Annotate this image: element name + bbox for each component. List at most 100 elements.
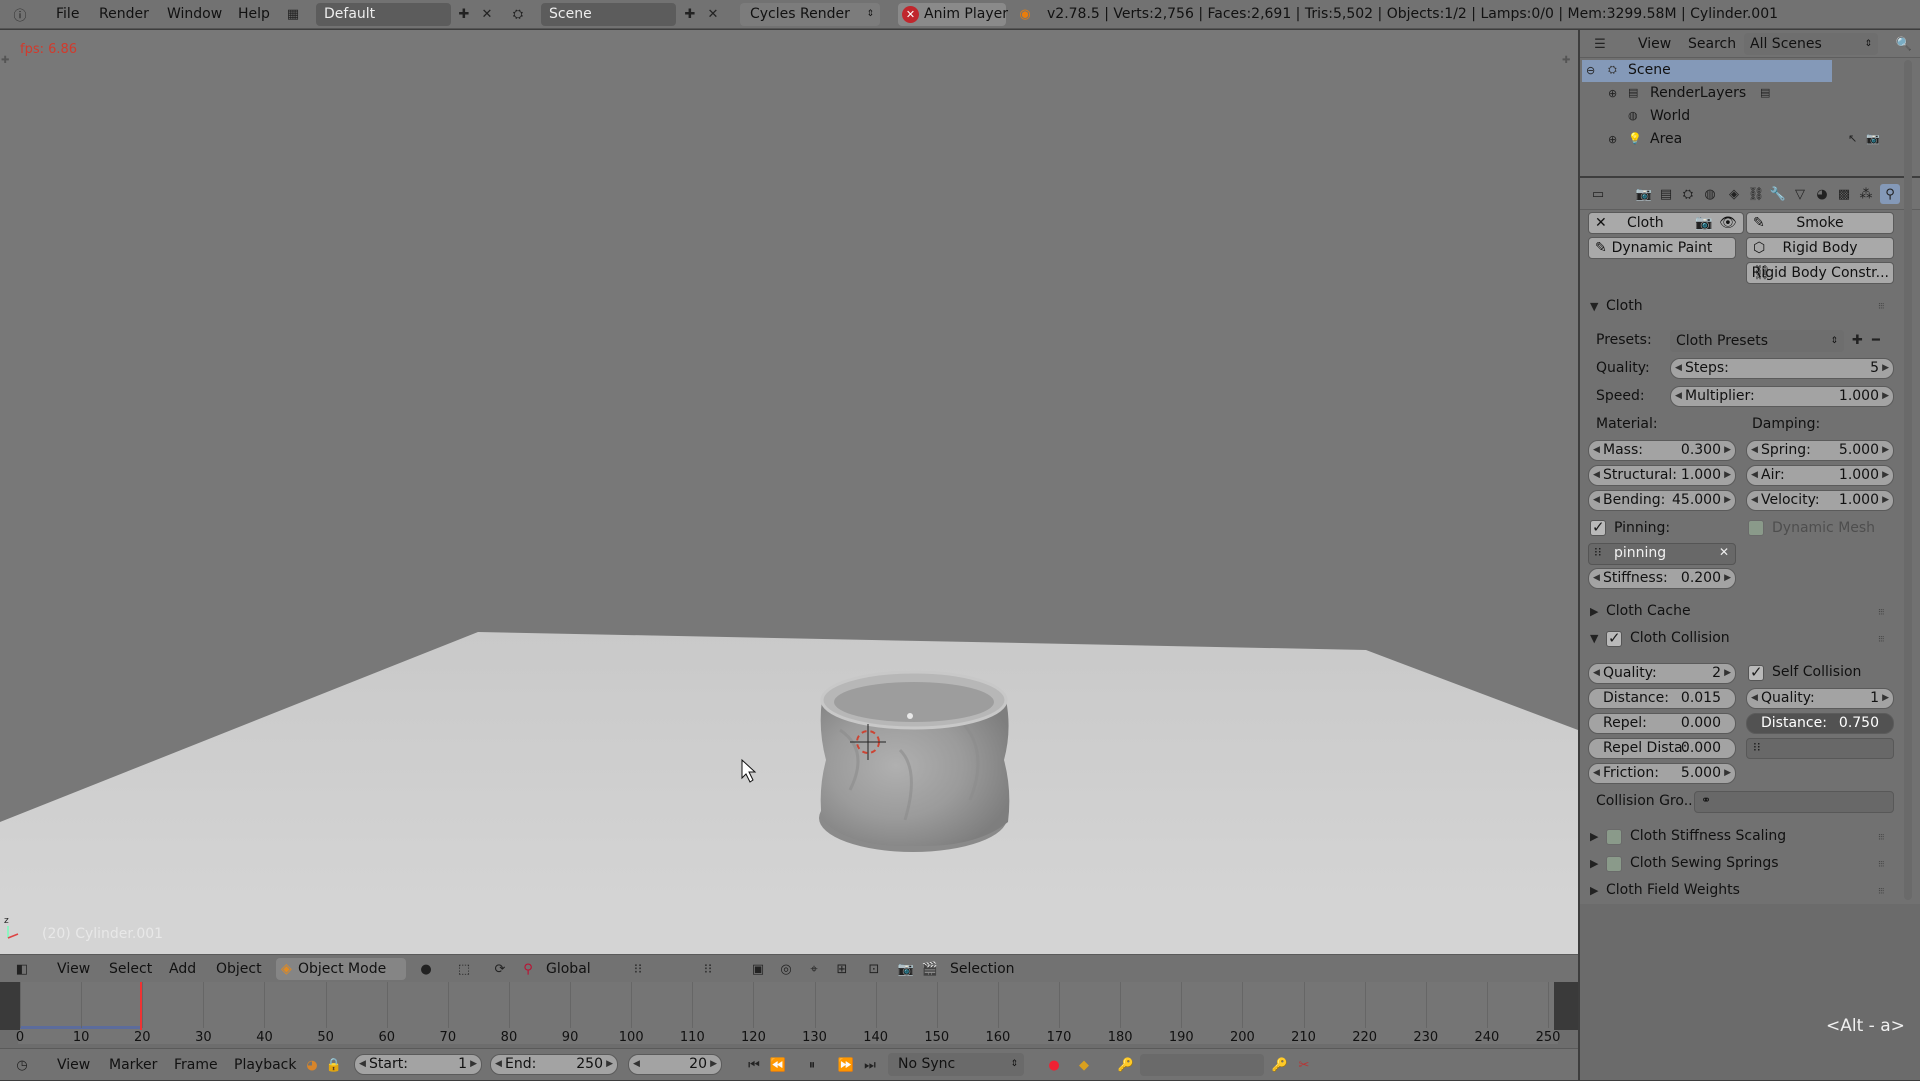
- properties-scrollbar[interactable]: [1904, 60, 1912, 900]
- object-tab-icon[interactable]: ◈: [1726, 186, 1742, 202]
- sewing-springs-expand-icon[interactable]: ▶: [1590, 857, 1598, 870]
- info-editor-icon[interactable]: ⓘ: [12, 6, 28, 24]
- proportional-icon[interactable]: ◎: [778, 961, 794, 977]
- remove-layout-icon[interactable]: ✕: [479, 6, 495, 22]
- viewport-shading-icon[interactable]: ●: [418, 961, 434, 977]
- structural-field[interactable]: ◀ Structural: 1.000 ▶: [1588, 465, 1736, 486]
- scene-icon[interactable]: ⛭: [510, 6, 526, 22]
- mode-dropdown[interactable]: ◈ Object Mode: [276, 958, 406, 980]
- outliner-editor-icon[interactable]: ☰: [1592, 36, 1608, 52]
- menu-help[interactable]: Help: [238, 0, 270, 29]
- keyframe-icon[interactable]: ◆: [1076, 1057, 1092, 1073]
- expand-icon[interactable]: ⊕: [1608, 87, 1617, 100]
- cloth-cache-panel-title[interactable]: Cloth Cache: [1606, 603, 1691, 619]
- cloth-collision-checkbox[interactable]: [1606, 629, 1622, 647]
- pin-group-field[interactable]: ⁝⁝ pinning ✕: [1588, 543, 1736, 565]
- collision-distance-field[interactable]: Distance: 0.015: [1588, 688, 1736, 709]
- render-engine-dropdown[interactable]: Cycles Render ⇕: [740, 3, 880, 26]
- cloth-collision-collapse-icon[interactable]: ▼: [1590, 632, 1598, 645]
- menu-file[interactable]: File: [56, 0, 79, 29]
- stiffness-scaling-checkbox[interactable]: [1606, 829, 1622, 845]
- timeline-view-menu[interactable]: View: [57, 1049, 90, 1081]
- menu-window[interactable]: Window: [167, 0, 222, 29]
- restrict-select-icon[interactable]: ↖: [1848, 132, 1857, 145]
- rigid-body-button[interactable]: ⬡ Rigid Body: [1746, 237, 1894, 259]
- jump-end-icon[interactable]: ⏭: [862, 1057, 878, 1073]
- self-collision-group-field[interactable]: ⁝⁝: [1746, 738, 1894, 759]
- editor-type-icon[interactable]: ◧: [14, 961, 30, 977]
- scene-field[interactable]: Scene: [541, 3, 676, 26]
- clear-field-icon[interactable]: ✕: [1719, 545, 1729, 559]
- texture-tab-icon[interactable]: ▩: [1836, 186, 1852, 202]
- panel-grip-icon[interactable]: ⁝⁝⁝: [1878, 887, 1885, 897]
- steps-field[interactable]: ◀ Steps: 5 ▶: [1670, 358, 1894, 379]
- stiffness-scaling-panel-title[interactable]: Cloth Stiffness Scaling: [1630, 828, 1786, 844]
- render-toggle-icon[interactable]: 📷: [1695, 213, 1712, 233]
- dynamic-paint-button[interactable]: ✎ Dynamic Paint: [1588, 237, 1736, 259]
- end-frame-field[interactable]: ◀ End: 250 ▶: [490, 1054, 618, 1075]
- dynamic-mesh-checkbox[interactable]: [1748, 520, 1764, 536]
- panel-grip-icon[interactable]: ⁝⁝⁝: [1878, 833, 1885, 843]
- self-collision-quality-field[interactable]: ◀ Quality: 1 ▶: [1746, 688, 1894, 709]
- outliner-row-world[interactable]: ◍ World: [1582, 106, 1882, 128]
- layers-2-icon[interactable]: ⁝⁝: [700, 961, 716, 977]
- keying-set-icon[interactable]: 🔑: [1118, 1057, 1134, 1073]
- transform-manipulator-icon[interactable]: ⚲: [520, 961, 536, 977]
- add-layout-icon[interactable]: ✚: [456, 6, 472, 22]
- collision-quality-field[interactable]: ◀ Quality: 2 ▶: [1588, 663, 1736, 684]
- field-weights-panel-title[interactable]: Cloth Field Weights: [1606, 882, 1740, 898]
- display-mode-dropdown[interactable]: All Scenes ⇕: [1744, 33, 1878, 55]
- frame-menu[interactable]: Frame: [174, 1049, 218, 1081]
- outliner-row-scene[interactable]: ⊖ ⛭ Scene: [1582, 60, 1832, 82]
- data-tab-icon[interactable]: ▽: [1792, 186, 1808, 202]
- insert-keyframe-icon[interactable]: 🔑: [1272, 1057, 1288, 1073]
- view-menu[interactable]: View: [57, 955, 90, 983]
- pivot-icon[interactable]: ⬚: [456, 961, 472, 977]
- panel-grip-icon[interactable]: ⁝⁝⁝: [1878, 302, 1885, 312]
- constraints-tab-icon[interactable]: ⛓: [1748, 186, 1765, 202]
- select-menu[interactable]: Select: [109, 955, 152, 983]
- layers-icon[interactable]: ⁝⁝: [630, 961, 646, 977]
- keying-set-field[interactable]: [1140, 1054, 1264, 1076]
- air-damping-field[interactable]: ◀ Air: 1.000 ▶: [1746, 465, 1894, 486]
- sync-dropdown[interactable]: No Sync ⇕: [888, 1053, 1024, 1076]
- manipulator-icon[interactable]: ⟳: [492, 961, 508, 977]
- material-tab-icon[interactable]: ◕: [1814, 186, 1830, 202]
- marker-menu[interactable]: Marker: [109, 1049, 157, 1081]
- renderlayers-tab-icon[interactable]: ▤: [1658, 186, 1674, 202]
- repel-force-field[interactable]: Repel: 0.000: [1588, 713, 1736, 734]
- rigid-body-constraint-button[interactable]: ⛓ Rigid Body Constr...: [1746, 262, 1894, 284]
- velocity-damping-field[interactable]: ◀ Velocity: 1.000 ▶: [1746, 490, 1894, 511]
- properties-toggle-icon[interactable]: ✚: [1562, 55, 1570, 66]
- onion-icon[interactable]: ⊡: [866, 961, 882, 977]
- panel-grip-icon[interactable]: ⁝⁝⁝: [1878, 860, 1885, 870]
- smoke-button[interactable]: ✎ Smoke: [1746, 212, 1894, 234]
- screen-layout-field[interactable]: Default: [316, 3, 451, 26]
- cloth-button[interactable]: ✕ Cloth 📷 👁: [1588, 212, 1744, 234]
- repel-distance-field[interactable]: Repel Dista: 0.000: [1588, 738, 1736, 759]
- pinning-checkbox[interactable]: [1590, 518, 1606, 536]
- sewing-springs-panel-title[interactable]: Cloth Sewing Springs: [1630, 855, 1779, 871]
- jump-next-keyframe-icon[interactable]: ⏩: [838, 1057, 854, 1073]
- render-icon[interactable]: 📷: [898, 961, 914, 977]
- spring-damping-field[interactable]: ◀ Spring: 5.000 ▶: [1746, 440, 1894, 461]
- snap-icon[interactable]: ⌖: [806, 961, 822, 977]
- scene-tab-icon[interactable]: ⛭: [1680, 186, 1696, 202]
- cancel-icon[interactable]: ✕: [902, 6, 919, 23]
- outliner-row-renderlayers[interactable]: ⊕ ▤ RenderLayers ▤: [1582, 83, 1882, 105]
- modifiers-tab-icon[interactable]: 🔧: [1770, 186, 1786, 202]
- add-preset-icon[interactable]: ✚: [1852, 333, 1863, 348]
- menu-render[interactable]: Render: [99, 0, 149, 29]
- delete-keyframe-icon[interactable]: ✂: [1296, 1057, 1312, 1073]
- sewing-springs-checkbox[interactable]: [1606, 856, 1622, 872]
- outliner-row-area[interactable]: ⊕ 💡 Area ↖ 📷: [1582, 129, 1882, 151]
- 3d-viewport[interactable]: z fps: 6.86 (20) Cylinder.001 ✚ ✚: [0, 30, 1578, 954]
- self-collision-distance-field[interactable]: Distance: 0.750: [1746, 713, 1894, 734]
- toolshelf-toggle-icon[interactable]: ✚: [1, 55, 9, 66]
- cloth-panel-title[interactable]: Cloth: [1606, 298, 1643, 314]
- screen-layout-icon[interactable]: ▦: [285, 6, 301, 22]
- keying-icon[interactable]: ◕: [304, 1057, 320, 1073]
- collapse-icon[interactable]: ⊖: [1586, 64, 1595, 77]
- pause-icon[interactable]: ⏸: [804, 1057, 820, 1073]
- remove-preset-icon[interactable]: ━: [1872, 333, 1880, 348]
